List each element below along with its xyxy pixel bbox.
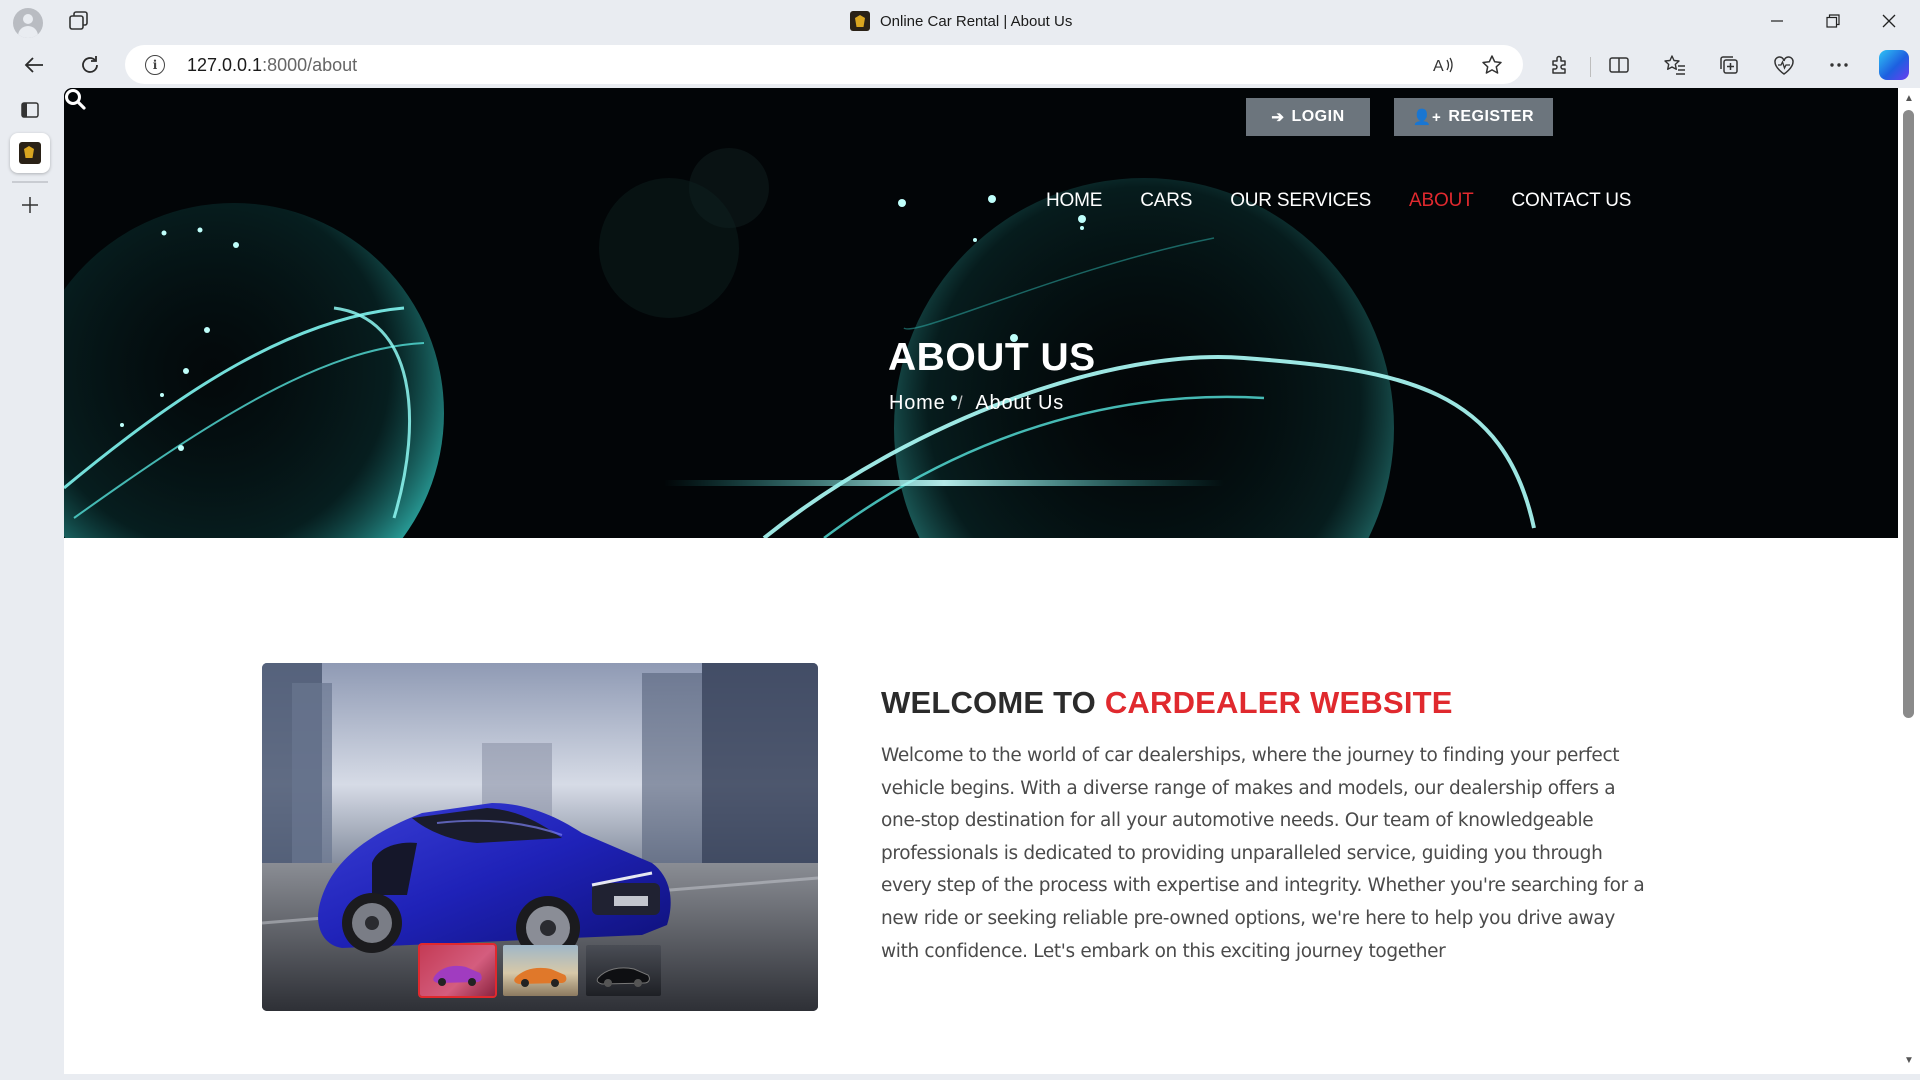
browser-toolbar: i 127.0.0.1:8000/about A [0, 41, 1920, 88]
back-button[interactable] [18, 49, 50, 81]
gallery-thumbnails [418, 943, 661, 998]
copilot-icon[interactable] [1879, 50, 1909, 80]
tab-divider [12, 181, 48, 183]
toolbar-divider [1590, 57, 1591, 77]
breadcrumb: Home / About Us [889, 392, 1064, 415]
site-info-icon[interactable]: i [145, 55, 165, 75]
nav-home[interactable]: HOME [1046, 190, 1102, 212]
read-aloud-icon[interactable]: A [1432, 54, 1454, 76]
login-button[interactable]: ➔ LOGIN [1246, 98, 1370, 136]
workspaces-icon[interactable] [68, 10, 90, 32]
close-window-button[interactable] [1861, 0, 1917, 41]
scroll-down-arrow-icon[interactable]: ▼ [1903, 1056, 1915, 1066]
hero-background-image [64, 88, 1898, 538]
nav-cars[interactable]: CARS [1140, 190, 1192, 212]
about-heading-prefix: WELCOME TO [881, 685, 1096, 720]
browser-essentials-icon[interactable] [1771, 53, 1797, 77]
split-screen-icon[interactable] [1606, 53, 1632, 77]
about-description: Welcome to the world of car dealerships,… [881, 745, 1645, 962]
nav-our-services[interactable]: OUR SERVICES [1230, 190, 1371, 212]
svg-text:A: A [1433, 58, 1444, 75]
page-viewport: ➔ LOGIN 👤+ REGISTER HOME CARS OUR SERVIC… [64, 88, 1898, 1074]
settings-more-icon[interactable] [1826, 53, 1852, 77]
tab-favicon-icon [19, 142, 41, 164]
login-label: LOGIN [1291, 108, 1345, 125]
url-text[interactable]: 127.0.0.1:8000/about [187, 55, 357, 76]
restore-button[interactable] [1805, 0, 1861, 41]
window-title-text: Online Car Rental | About Us [880, 12, 1073, 30]
window-title: Online Car Rental | About Us [850, 10, 1072, 32]
thumbnail-orange-car[interactable] [503, 945, 578, 996]
address-bar[interactable]: i 127.0.0.1:8000/about A [125, 45, 1523, 84]
favorites-icon[interactable] [1662, 53, 1688, 77]
breadcrumb-separator: / [957, 393, 964, 413]
about-heading: WELCOME TO CARDEALER WEBSITE [881, 685, 1453, 721]
about-car-image [262, 663, 818, 1011]
nav-about[interactable]: ABOUT [1409, 190, 1474, 212]
profile-avatar-icon[interactable] [13, 8, 43, 38]
register-button[interactable]: 👤+ REGISTER [1394, 98, 1553, 136]
search-icon[interactable] [64, 88, 86, 110]
user-plus-icon: 👤+ [1412, 109, 1442, 126]
page-scrollbar[interactable]: ▲ ▼ [1898, 88, 1920, 1074]
nav-contact-us[interactable]: CONTACT US [1512, 190, 1632, 212]
thumbnail-red-car[interactable] [418, 943, 497, 998]
main-navigation: HOME CARS OUR SERVICES ABOUT CONTACT US [1046, 190, 1631, 212]
thumbnail-black-car[interactable] [586, 945, 661, 996]
favorite-star-icon[interactable] [1481, 54, 1503, 76]
scroll-up-arrow-icon[interactable]: ▲ [1903, 94, 1915, 104]
sign-in-icon: ➔ [1271, 109, 1285, 126]
window-titlebar: Online Car Rental | About Us [0, 0, 1920, 41]
tab-actions-icon[interactable] [17, 97, 43, 123]
minimize-button[interactable] [1749, 0, 1805, 41]
scrollbar-thumb[interactable] [1903, 110, 1914, 718]
register-label: REGISTER [1448, 108, 1535, 125]
tab-active[interactable] [10, 133, 50, 173]
new-tab-icon[interactable] [17, 192, 43, 218]
collections-icon[interactable] [1716, 53, 1742, 77]
refresh-button[interactable] [74, 49, 106, 81]
extensions-icon[interactable] [1546, 53, 1572, 77]
page-title: ABOUT US [888, 336, 1096, 379]
about-heading-accent: CARDEALER WEBSITE [1104, 685, 1453, 720]
site-favicon-icon [850, 11, 870, 31]
breadcrumb-current: About Us [975, 392, 1065, 414]
hero-banner: ➔ LOGIN 👤+ REGISTER HOME CARS OUR SERVIC… [64, 88, 1898, 538]
breadcrumb-home[interactable]: Home [889, 392, 946, 415]
vertical-tab-strip [0, 88, 64, 1080]
